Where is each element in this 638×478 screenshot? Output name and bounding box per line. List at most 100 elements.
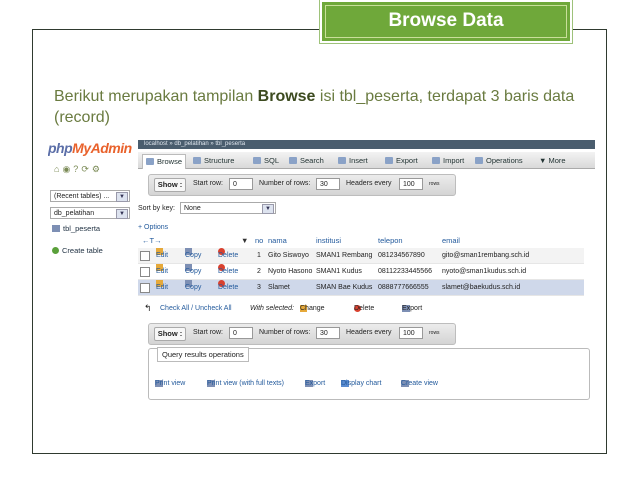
row-checkbox[interactable] <box>140 267 150 277</box>
copy-label: Copy <box>185 252 202 259</box>
database-select[interactable]: db_pelatihan ▼ <box>50 207 130 219</box>
tab-label: Import <box>443 156 465 165</box>
search-icon <box>289 157 297 164</box>
add-icon <box>52 247 59 254</box>
tab-sql[interactable]: SQL <box>250 154 282 168</box>
change-label: Change <box>300 305 325 312</box>
logo-php: php <box>48 140 73 156</box>
cell-no: 1 <box>257 252 261 259</box>
tab-label: Insert <box>349 156 368 165</box>
rows-label: rows <box>429 330 440 336</box>
with-selected-label: With selected: <box>250 305 294 312</box>
query-results-operations: Query results operations Print view Prin… <box>148 347 590 400</box>
arrow-up-left-icon: ↰ <box>144 303 152 313</box>
cell-institusi: SMAN Bae Kudus <box>316 284 373 291</box>
headers-every-input[interactable]: 100 <box>399 178 423 190</box>
tab-label: Operations <box>486 156 523 165</box>
edit-label: Edit <box>156 252 169 259</box>
edit-label: Edit <box>156 268 169 275</box>
tab-bar: Browse Structure SQL Search Insert Expor… <box>138 152 595 169</box>
sql-icon <box>253 157 261 164</box>
delete-label: Delete <box>218 268 239 275</box>
options-toggle[interactable]: + Options <box>138 224 168 231</box>
tab-operations[interactable]: Operations <box>472 154 526 168</box>
nav-icons: ⌂◉?⟳⚙ <box>54 164 103 175</box>
copy-label: Copy <box>185 268 202 275</box>
export-icon <box>385 157 393 164</box>
logout-icon[interactable]: ◉ <box>62 164 73 174</box>
cell-institusi: SMAN1 Kudus <box>316 268 362 275</box>
num-rows-input[interactable]: 30 <box>316 178 340 190</box>
phpmyadmin-screenshot: phpMyAdmin localhost » db_pelatihan » tb… <box>48 140 595 400</box>
num-rows-input[interactable]: 30 <box>316 327 340 339</box>
delete-label: Delete <box>218 252 239 259</box>
browse-icon <box>146 158 154 165</box>
reload-icon[interactable]: ⟳ <box>81 164 92 174</box>
column-header-no[interactable]: no <box>255 236 263 245</box>
structure-icon <box>193 157 201 164</box>
table-header: ←T→ ▼ no nama institusi telepon email <box>138 234 584 246</box>
show-button[interactable]: Show : <box>154 178 186 192</box>
tab-label: Browse <box>157 157 183 166</box>
import-icon <box>432 157 440 164</box>
table-row: Edit Copy Delete 1 Gito Siswoyo SMAN1 Re… <box>138 248 584 264</box>
cell-email: nyoto@sman1kudus.sch.id <box>442 268 527 275</box>
slide-title: Browse Data <box>388 10 504 31</box>
tab-browse[interactable]: Browse <box>142 154 187 169</box>
table-link-tbl-peserta[interactable]: tbl_peserta <box>52 224 100 233</box>
row-checkbox[interactable] <box>140 283 150 293</box>
tab-structure[interactable]: Structure <box>190 154 237 168</box>
headers-every-label: Headers every <box>346 329 392 336</box>
headers-every-input[interactable]: 100 <box>399 327 423 339</box>
start-row-label: Start row: <box>193 180 223 187</box>
table-icon <box>52 225 60 232</box>
tab-import[interactable]: Import <box>429 154 467 168</box>
create-table-link[interactable]: Create table <box>52 246 103 255</box>
tab-label: More <box>548 156 566 165</box>
caption-text-before: Berikut merupakan tampilan <box>54 88 258 105</box>
create-table-label: Create table <box>62 246 103 255</box>
column-header-nama[interactable]: nama <box>268 236 287 245</box>
tab-label: Search <box>300 156 324 165</box>
settings-icon[interactable]: ⚙ <box>92 164 103 174</box>
tab-search[interactable]: Search <box>286 154 327 168</box>
cell-telepon: 08112233445566 <box>378 268 432 275</box>
navigation-bar-top: Show : Start row: 0 Number of rows: 30 H… <box>148 174 456 196</box>
tab-label: SQL <box>264 156 280 165</box>
chevron-down-icon: ▼ <box>539 156 549 165</box>
start-row-input[interactable]: 0 <box>229 178 253 190</box>
sort-arrow-icon[interactable]: ▼ <box>241 236 248 245</box>
print-view-full-label: Print view (with full texts) <box>207 380 285 387</box>
table-row: Edit Copy Delete 3 Slamet SMAN Bae Kudus… <box>138 280 584 296</box>
create-view-label: Create view <box>401 380 438 387</box>
check-all-link[interactable]: Check All / Uncheck All <box>160 305 232 312</box>
start-row-label: Start row: <box>193 329 223 336</box>
row-checkbox[interactable] <box>140 251 150 261</box>
num-rows-label: Number of rows: <box>259 329 311 336</box>
column-header-institusi[interactable]: institusi <box>316 236 341 245</box>
show-button[interactable]: Show : <box>154 327 186 341</box>
column-arrows[interactable]: ←T→ <box>142 236 162 245</box>
column-header-telepon[interactable]: telepon <box>378 236 403 245</box>
cell-nama: Slamet <box>268 284 290 291</box>
headers-every-label: Headers every <box>346 180 392 187</box>
rows-label: rows <box>429 181 440 187</box>
tab-insert[interactable]: Insert <box>335 154 371 168</box>
tab-export[interactable]: Export <box>382 154 421 168</box>
insert-icon <box>338 157 346 164</box>
slide-caption: Berikut merupakan tampilan Browse isi tb… <box>54 86 599 128</box>
column-header-email[interactable]: email <box>442 236 460 245</box>
database-value: db_pelatihan <box>54 210 95 217</box>
sort-by-key: Sort by key: None ▼ <box>138 202 276 214</box>
recent-tables-select[interactable]: (Recent tables) ... ▼ <box>50 190 130 202</box>
sort-by-select[interactable]: None ▼ <box>180 202 276 214</box>
tab-more[interactable]: ▼ More <box>536 154 569 168</box>
sort-by-label: Sort by key: <box>138 205 175 212</box>
cell-institusi: SMAN1 Rembang <box>316 252 373 259</box>
cell-no: 2 <box>257 268 261 275</box>
breadcrumb[interactable]: localhost » db_pelatihan » tbl_peserta <box>138 140 595 149</box>
navigation-bar-bottom: Show : Start row: 0 Number of rows: 30 H… <box>148 323 456 345</box>
cell-telepon: 081234567890 <box>378 252 425 259</box>
start-row-input[interactable]: 0 <box>229 327 253 339</box>
copy-label: Copy <box>185 284 202 291</box>
